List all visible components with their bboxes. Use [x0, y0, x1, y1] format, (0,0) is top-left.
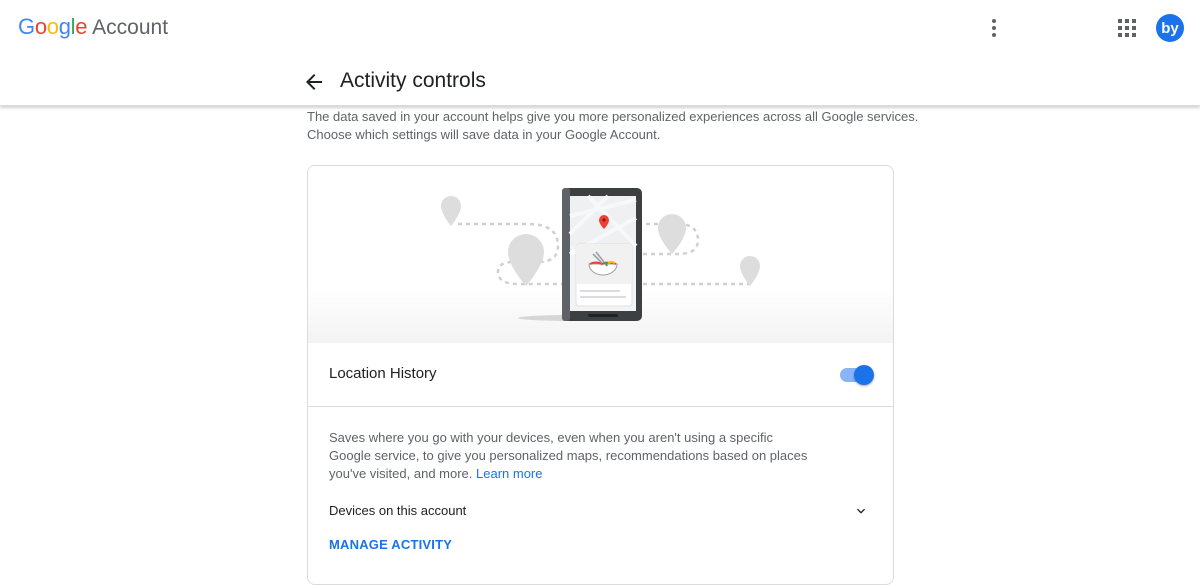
page-intro-text: The data saved in your account helps giv… — [307, 109, 919, 142]
devices-on-account-dropdown[interactable]: Devices on this account — [308, 496, 893, 524]
phone-map-location-illustration — [308, 166, 893, 343]
page-title: Activity controls — [340, 69, 486, 92]
google-wordmark: Google — [18, 14, 88, 39]
avatar[interactable]: by — [1156, 14, 1184, 42]
location-history-card: Location History Saves where you go with… — [307, 165, 894, 585]
top-app-bar: Google Account by Activity controls — [0, 0, 1200, 106]
manage-activity-link[interactable]: MANAGE ACTIVITY — [329, 537, 452, 552]
more-vert-icon[interactable] — [983, 16, 1005, 40]
learn-more-link[interactable]: Learn more — [476, 466, 542, 481]
google-account-logo[interactable]: Google Account — [18, 14, 168, 44]
devices-label: Devices on this account — [329, 503, 467, 518]
arrow-back-icon[interactable] — [302, 70, 326, 94]
toggle-thumb — [854, 365, 874, 385]
location-history-toggle[interactable] — [840, 365, 874, 385]
illustration-svg — [441, 188, 760, 321]
account-wordmark: Account — [92, 16, 169, 39]
phone-side — [562, 188, 570, 321]
phone-home-bar — [588, 314, 618, 317]
location-history-setting-row: Location History — [308, 343, 893, 407]
apps-grid-icon[interactable] — [1117, 18, 1137, 38]
chevron-down-icon — [857, 508, 865, 514]
setting-description: Saves where you go with your devices, ev… — [329, 430, 808, 481]
setting-label: Location History — [329, 365, 437, 382]
